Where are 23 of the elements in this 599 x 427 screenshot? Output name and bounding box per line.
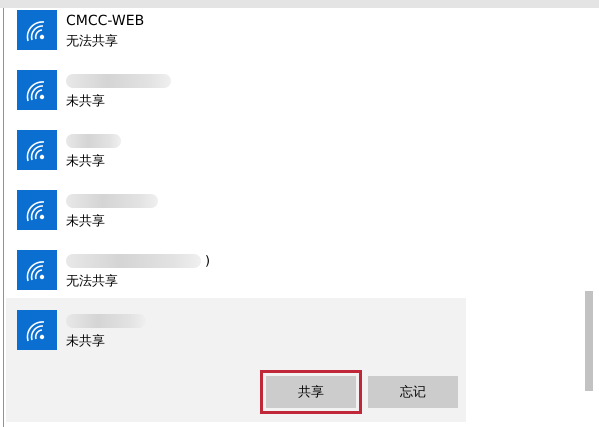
share-status: 未共享 <box>66 153 106 170</box>
share-status: 未共享 <box>66 213 106 230</box>
wifi-icon <box>17 190 57 230</box>
network-item-selected[interactable]: 未共享 共享 忘记 <box>6 298 466 422</box>
wifi-icon <box>17 130 57 170</box>
scrollbar-thumb[interactable] <box>585 291 593 391</box>
blurred-name <box>66 134 121 148</box>
share-status: 未共享 <box>66 333 106 350</box>
wifi-icon <box>17 250 57 290</box>
network-item[interactable]: 未共享 <box>6 130 466 190</box>
share-status: 未共享 <box>66 93 106 110</box>
share-status: 无法共享 <box>66 33 119 50</box>
network-item[interactable]: 未共享 <box>6 70 466 130</box>
network-item[interactable]: CMCC-WEB 无法共享 <box>6 10 466 70</box>
forget-button[interactable]: 忘记 <box>368 376 458 408</box>
network-item[interactable]: 未共享 <box>6 190 466 250</box>
share-status: 无法共享 <box>66 273 119 290</box>
network-name: CMCC-WEB <box>66 13 144 29</box>
share-button[interactable]: 共享 <box>266 376 356 408</box>
name-fragment: ) <box>205 254 210 268</box>
wifi-icon <box>17 10 57 50</box>
wifi-icon <box>17 310 57 350</box>
wifi-icon <box>17 70 57 110</box>
